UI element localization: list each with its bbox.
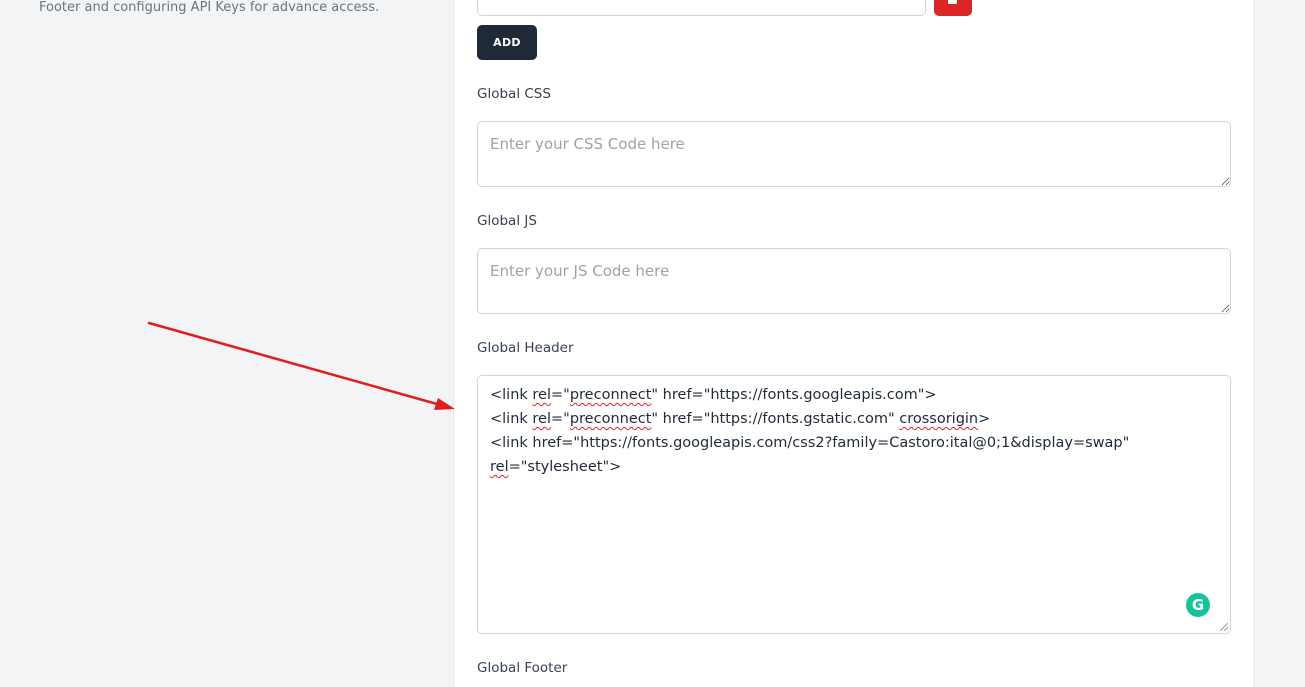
- arrow-shaft: [147, 321, 446, 408]
- arrow-head: [434, 398, 455, 410]
- red-arrow-annotation: [147, 321, 455, 410]
